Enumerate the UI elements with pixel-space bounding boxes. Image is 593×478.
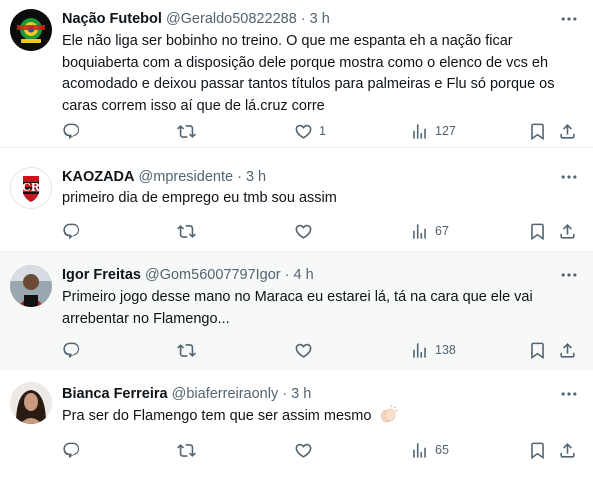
bookmark-icon[interactable] (528, 121, 547, 141)
author-handle[interactable]: @biaferreiraonly (172, 386, 279, 402)
clapping-hands-emoji (381, 405, 399, 423)
more-options-icon[interactable] (559, 167, 579, 187)
retweet-icon[interactable] (177, 221, 196, 241)
tweet-actions: 138 (62, 340, 593, 360)
like-button[interactable]: 1 (294, 121, 326, 141)
tweet-actions: 1 127 (62, 121, 593, 141)
views-button[interactable]: 67 (410, 221, 449, 241)
tweet-text-line: boquiaberta com a disposição dele porque… (62, 54, 549, 71)
tweet-text-line: acomodado e deixou passar tantos títulos… (62, 76, 555, 92)
svg-text:CR: CR (22, 181, 41, 194)
flamengo-crest-icon[interactable]: CR (10, 167, 52, 209)
tweet-card[interactable]: Bianca Ferreira @biaferreiraonly · 3 h P… (0, 370, 593, 478)
more-options-icon[interactable] (559, 265, 579, 285)
tweet-text-line: Pra ser do Flamengo tem que ser assim me… (62, 405, 582, 428)
user-photo-icon[interactable] (10, 382, 52, 424)
tweet-header: KAOZADA @mpresidente · 3 h (62, 167, 266, 187)
reply-icon[interactable] (62, 440, 81, 460)
retweet-icon[interactable] (177, 121, 196, 141)
tweet-card[interactable]: CR KAOZADA @mpresidente · 3 h primeiro d… (0, 148, 593, 252)
tweet-actions: 65 (62, 440, 593, 460)
tweet-time[interactable]: 4 h (294, 267, 314, 283)
tweet-text-line: primeiro dia de emprego eu tmb sou assim (62, 190, 337, 206)
author-name[interactable]: Bianca Ferreira (62, 386, 168, 402)
heart-icon (294, 122, 313, 141)
tweet-text-line: Ele não liga ser bobinho no treino. O qu… (62, 33, 513, 49)
tweet-text: Primeiro jogo desse mano no Maraca eu es… (62, 287, 582, 330)
separator-dot: · (282, 386, 288, 402)
tweet-header: Igor Freitas @Gom56007797Igor · 4 h (62, 265, 314, 285)
share-icon[interactable] (558, 440, 577, 460)
tweet-text-line: arrebentar no Flamengo... (62, 310, 230, 327)
author-handle[interactable]: @mpresidente (139, 169, 234, 185)
retweet-icon[interactable] (177, 440, 196, 460)
tweet-text-line: Primeiro jogo desse mano no Maraca eu es… (62, 289, 533, 305)
more-options-icon[interactable] (559, 9, 579, 29)
like-count: 1 (319, 124, 326, 138)
share-icon[interactable] (558, 121, 577, 141)
separator-dot: · (284, 267, 290, 283)
tweet-text: primeiro dia de emprego eu tmb sou assim (62, 188, 582, 210)
tweet-header: Bianca Ferreira @biaferreiraonly · 3 h (62, 384, 311, 404)
tweet-card[interactable]: Nação Futebol @Geraldo50822288 · 3 h Ele… (0, 0, 593, 148)
heart-icon (294, 222, 313, 241)
heart-icon (294, 441, 313, 460)
author-handle[interactable]: @Geraldo50822288 (166, 11, 297, 27)
heart-icon (294, 341, 313, 360)
nacao-futebol-logo-icon[interactable] (10, 9, 52, 51)
view-count: 127 (435, 124, 456, 138)
tweet-actions: 67 (62, 221, 593, 241)
views-button[interactable]: 127 (410, 121, 456, 141)
tweet-text: Pra ser do Flamengo tem que ser assim me… (62, 405, 582, 428)
views-chart-icon (410, 341, 429, 360)
view-count: 65 (435, 443, 449, 457)
tweet-text: Ele não liga ser bobinho no treino. O qu… (62, 31, 582, 117)
tweet-text-line: caras correm isso aí que de lá.cruz corr… (62, 97, 325, 114)
author-handle[interactable]: @Gom56007797Igor (145, 267, 281, 283)
like-button[interactable] (294, 440, 319, 460)
views-button[interactable]: 65 (410, 440, 449, 460)
tweet-time[interactable]: 3 h (246, 169, 266, 185)
author-name[interactable]: KAOZADA (62, 169, 135, 185)
reply-icon[interactable] (62, 221, 81, 241)
tweet-time[interactable]: 3 h (310, 11, 330, 27)
tweet-text-content: Pra ser do Flamengo tem que ser assim me… (62, 408, 372, 424)
tweet-header: Nação Futebol @Geraldo50822288 · 3 h (62, 9, 330, 29)
tweet-time[interactable]: 3 h (291, 386, 311, 402)
view-count: 67 (435, 224, 449, 238)
author-name[interactable]: Igor Freitas (62, 267, 141, 283)
view-count: 138 (435, 343, 456, 357)
share-icon[interactable] (558, 221, 577, 241)
like-button[interactable] (294, 221, 319, 241)
author-name[interactable]: Nação Futebol (62, 11, 162, 27)
share-icon[interactable] (558, 340, 577, 360)
views-button[interactable]: 138 (410, 340, 456, 360)
bookmark-icon[interactable] (528, 221, 547, 241)
reply-icon[interactable] (62, 340, 81, 360)
like-button[interactable] (294, 340, 319, 360)
bookmark-icon[interactable] (528, 440, 547, 460)
views-chart-icon (410, 441, 429, 460)
bookmark-icon[interactable] (528, 340, 547, 360)
user-photo-icon[interactable] (10, 265, 52, 307)
more-options-icon[interactable] (559, 384, 579, 404)
views-chart-icon (410, 222, 429, 241)
views-chart-icon (410, 122, 429, 141)
tweet-card[interactable]: Igor Freitas @Gom56007797Igor · 4 h Prim… (0, 252, 593, 370)
reply-icon[interactable] (62, 121, 81, 141)
separator-dot: · (300, 11, 306, 27)
retweet-icon[interactable] (177, 340, 196, 360)
separator-dot: · (237, 169, 242, 185)
